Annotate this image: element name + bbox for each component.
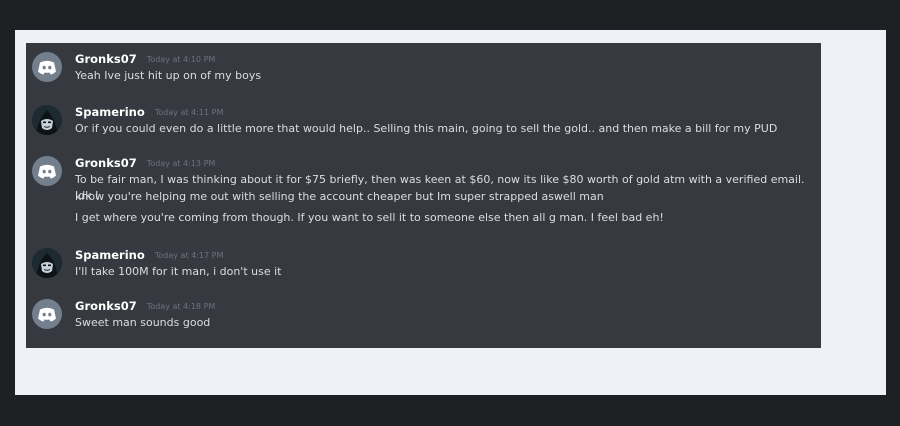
timestamp: Today at 4:18 PM [146,302,216,311]
message-text: I get where you're coming from though. I… [75,211,664,224]
discord-avatar-icon[interactable] [32,52,62,82]
hooded-figure-avatar-icon[interactable] [32,105,62,135]
message-text: know you're helping me out with selling … [75,190,604,203]
username[interactable]: Spamerino [75,248,145,262]
timestamp: Today at 4:17 PM [154,251,224,260]
timestamp: Today at 4:13 PM [146,159,216,168]
discord-avatar-icon[interactable] [32,299,62,329]
discord-avatar-icon[interactable] [32,156,62,186]
chat-log: Gronks07 Today at 4:10 PM Yeah Ive just … [26,43,821,348]
hooded-figure-avatar-icon[interactable] [32,248,62,278]
message-text: Yeah Ive just hit up on of my boys [75,69,262,82]
username[interactable]: Gronks07 [75,156,137,170]
message-text: Sweet man sounds good [75,316,211,329]
timestamp: Today at 4:11 PM [154,108,224,117]
message-text: I'll take 100M for it man, i don't use i… [75,265,282,278]
username[interactable]: Gronks07 [75,52,137,66]
message-text: Or if you could even do a little more th… [75,122,778,135]
username[interactable]: Gronks07 [75,299,137,313]
timestamp: Today at 4:10 PM [146,55,216,64]
username[interactable]: Spamerino [75,105,145,119]
